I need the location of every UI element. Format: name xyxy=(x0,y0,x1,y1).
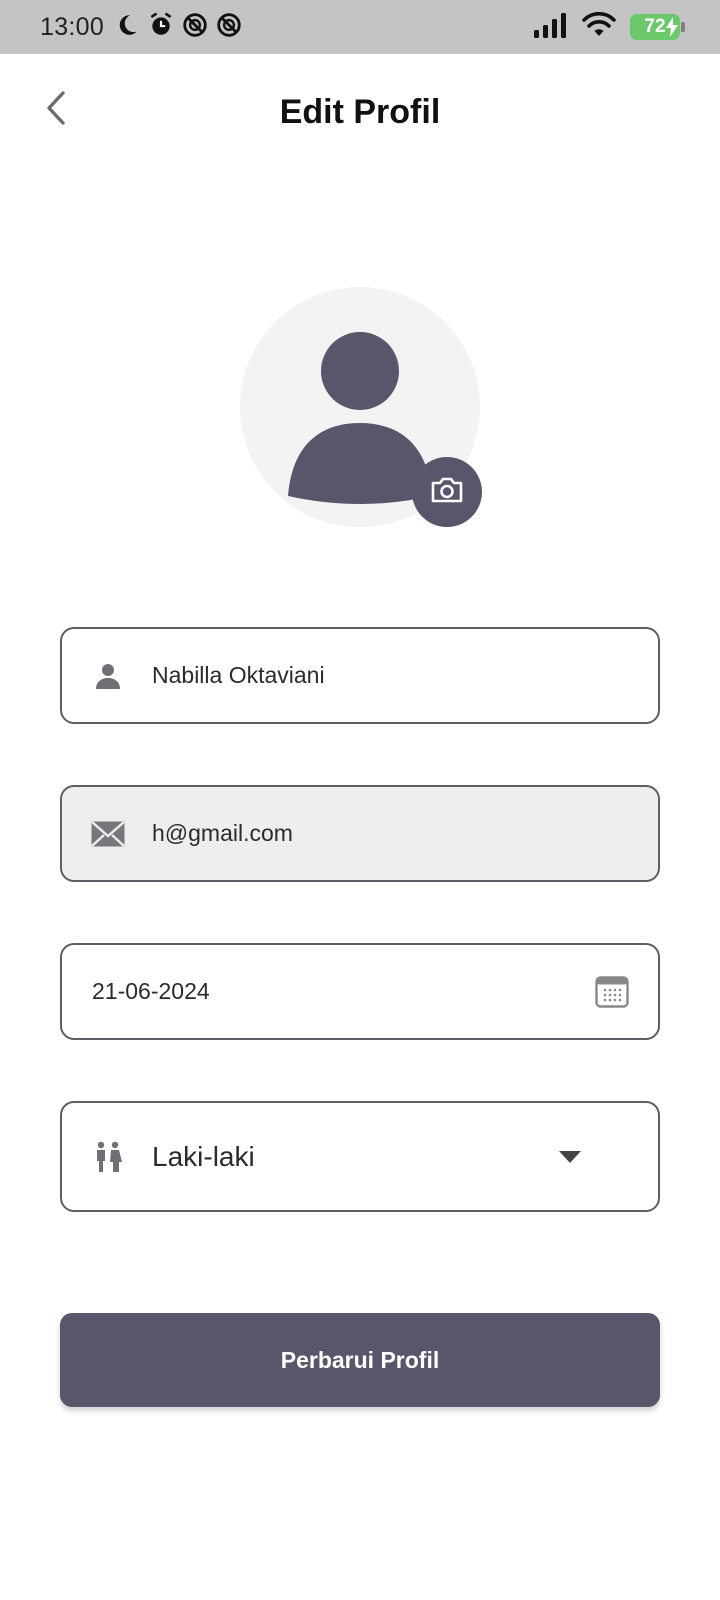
name-field[interactable]: Nabilla Oktaviani xyxy=(60,627,660,724)
gender-selected-value: Laki-laki xyxy=(152,1140,255,1172)
status-bar-right: 72 xyxy=(534,11,685,43)
no-disturb-icon xyxy=(182,12,208,43)
app-bar: Edit Profil xyxy=(0,54,720,170)
birthdate-input[interactable]: 21-06-2024 xyxy=(92,978,594,1005)
birthdate-field[interactable]: 21-06-2024 xyxy=(60,943,660,1040)
status-bar: 13:00 72 xyxy=(0,0,720,54)
chevron-left-icon xyxy=(43,90,69,131)
moon-icon xyxy=(114,12,140,43)
mail-icon xyxy=(88,814,128,854)
person-icon xyxy=(88,656,128,696)
battery-level: 72 xyxy=(644,16,666,37)
signal-icon xyxy=(534,12,568,43)
page-title: Edit Profil xyxy=(279,92,441,131)
email-field: h@gmail.com xyxy=(60,785,660,882)
name-input[interactable]: Nabilla Oktaviani xyxy=(152,662,658,689)
status-icons xyxy=(114,12,242,43)
gender-select[interactable]: Laki-laki xyxy=(60,1101,660,1212)
profile-photo xyxy=(240,287,482,527)
status-time: 13:00 xyxy=(40,12,105,41)
caret-down-icon[interactable] xyxy=(558,1150,582,1164)
no-disturb-icon xyxy=(216,12,242,43)
change-photo-button[interactable] xyxy=(412,457,482,527)
email-input: h@gmail.com xyxy=(152,820,293,846)
update-profile-button[interactable]: Perbarui Profil xyxy=(60,1313,660,1407)
status-bar-left: 13:00 xyxy=(40,12,242,43)
battery-charging-icon: 72 xyxy=(630,14,685,40)
gender-icon xyxy=(88,1137,128,1177)
back-button[interactable] xyxy=(36,86,76,134)
alarm-icon xyxy=(148,12,174,43)
calendar-icon[interactable] xyxy=(594,974,630,1010)
camera-icon xyxy=(430,476,464,509)
wifi-icon xyxy=(582,11,616,43)
